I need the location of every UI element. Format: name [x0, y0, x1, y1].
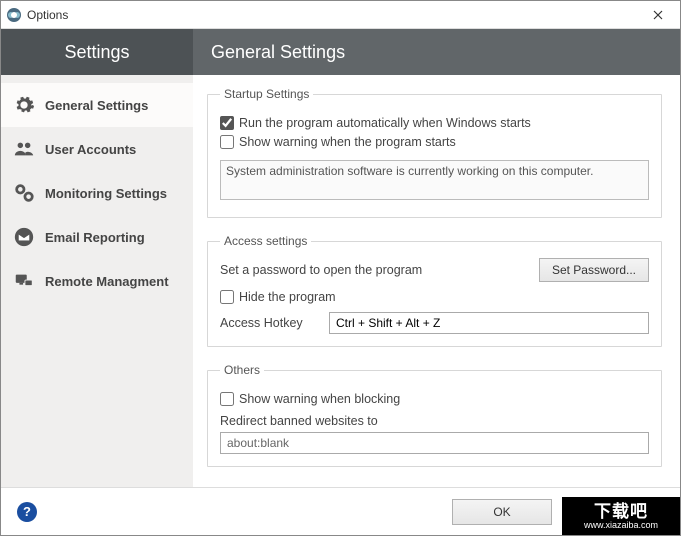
titlebar: Options [1, 1, 680, 29]
access-legend: Access settings [220, 234, 311, 248]
show-warning-label[interactable]: Show warning when the program starts [220, 135, 456, 149]
sidebar-item-label: User Accounts [45, 142, 136, 157]
redirect-url-input[interactable] [220, 432, 649, 454]
header: Settings General Settings [1, 29, 680, 75]
others-legend: Others [220, 363, 264, 377]
help-icon[interactable]: ? [17, 502, 37, 522]
startup-settings-group: Startup Settings Run the program automat… [207, 87, 662, 218]
sidebar-item-email-reporting[interactable]: Email Reporting [1, 215, 193, 259]
sidebar: General Settings User Accounts Monitorin… [1, 75, 193, 487]
access-settings-group: Access settings Set a password to open t… [207, 234, 662, 347]
content-area: Startup Settings Run the program automat… [193, 75, 680, 487]
users-icon [13, 138, 35, 160]
gears-icon [13, 182, 35, 204]
app-icon [7, 8, 21, 22]
remote-icon [13, 270, 35, 292]
hotkey-input[interactable] [329, 312, 649, 334]
sidebar-item-label: Email Reporting [45, 230, 145, 245]
warning-text-input[interactable] [220, 160, 649, 200]
hide-program-label[interactable]: Hide the program [220, 290, 336, 304]
set-password-button[interactable]: Set Password... [539, 258, 649, 282]
sidebar-item-general-settings[interactable]: General Settings [1, 83, 193, 127]
dialog-footer: ? OK Cancel [1, 487, 680, 535]
cancel-button[interactable]: Cancel [564, 499, 664, 525]
sidebar-item-remote-management[interactable]: Remote Managment [1, 259, 193, 303]
others-group: Others Show warning when blocking Redire… [207, 363, 662, 467]
show-block-warning-label[interactable]: Show warning when blocking [220, 392, 400, 406]
close-icon [653, 10, 663, 20]
set-password-label: Set a password to open the program [220, 263, 422, 277]
page-title: General Settings [193, 29, 680, 75]
startup-legend: Startup Settings [220, 87, 313, 101]
close-button[interactable] [642, 1, 674, 28]
ok-button[interactable]: OK [452, 499, 552, 525]
window-title: Options [27, 8, 642, 22]
run-auto-checkbox[interactable] [220, 116, 234, 130]
sidebar-item-monitoring-settings[interactable]: Monitoring Settings [1, 171, 193, 215]
hide-program-checkbox[interactable] [220, 290, 234, 304]
hotkey-label: Access Hotkey [220, 316, 315, 330]
sidebar-item-user-accounts[interactable]: User Accounts [1, 127, 193, 171]
run-auto-label[interactable]: Run the program automatically when Windo… [220, 116, 531, 130]
show-block-warning-checkbox[interactable] [220, 392, 234, 406]
sidebar-item-label: Remote Managment [45, 274, 169, 289]
sidebar-item-label: General Settings [45, 98, 148, 113]
redirect-label: Redirect banned websites to [220, 414, 649, 428]
email-icon [13, 226, 35, 248]
gear-icon [13, 94, 35, 116]
sidebar-header: Settings [1, 29, 193, 75]
sidebar-item-label: Monitoring Settings [45, 186, 167, 201]
show-warning-checkbox[interactable] [220, 135, 234, 149]
